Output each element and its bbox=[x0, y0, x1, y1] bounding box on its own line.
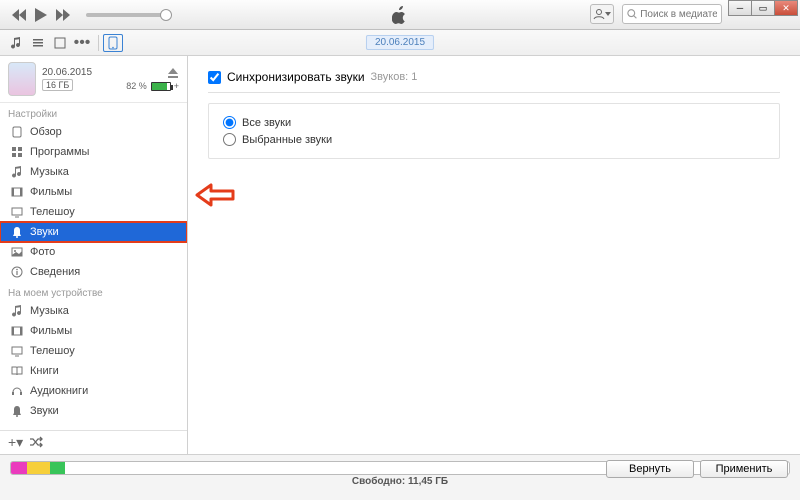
add-playlist-button[interactable]: +▾ bbox=[8, 434, 23, 451]
sidebar-item-label: Музыка bbox=[30, 166, 69, 178]
minimize-button[interactable]: ─ bbox=[728, 0, 752, 16]
sidebar-item-label: Телешоу bbox=[30, 345, 75, 357]
battery-charging: + bbox=[174, 81, 179, 91]
tv-icon bbox=[10, 205, 24, 219]
apps-icon bbox=[10, 145, 24, 159]
radio-all[interactable] bbox=[223, 116, 236, 129]
search-icon bbox=[627, 8, 637, 20]
sidebar-item-label: Фото bbox=[30, 246, 55, 258]
sidebar-item-tv[interactable]: Телешоу bbox=[0, 202, 187, 222]
sync-count: Звуков: 1 bbox=[371, 71, 418, 83]
media-grid-tab[interactable] bbox=[50, 33, 70, 53]
volume-slider[interactable] bbox=[86, 13, 166, 17]
search-input[interactable] bbox=[640, 9, 717, 20]
sidebar-item-label: Обзор bbox=[30, 126, 62, 138]
shuffle-button[interactable] bbox=[29, 435, 43, 451]
sidebar-item-photos[interactable]: Фото bbox=[0, 242, 187, 262]
play-button[interactable] bbox=[30, 4, 52, 26]
sidebar: 20.06.2015 16 ГБ 82 % + Настройки Обзор … bbox=[0, 56, 188, 454]
sidebar-item-label: Звуки bbox=[30, 405, 59, 417]
date-pill[interactable]: 20.06.2015 bbox=[366, 35, 434, 50]
sidebar-item-ondevice-music[interactable]: Музыка bbox=[0, 301, 187, 321]
maximize-button[interactable]: ▭ bbox=[751, 0, 775, 16]
apple-logo-icon bbox=[392, 6, 408, 29]
storage-seg-1 bbox=[11, 462, 27, 474]
sidebar-item-label: Программы bbox=[30, 146, 89, 158]
sidebar-item-ondevice-books[interactable]: Книги bbox=[0, 361, 187, 381]
audiobooks-icon bbox=[10, 384, 24, 398]
sidebar-item-label: Музыка bbox=[30, 305, 69, 317]
sidebar-group-settings: Настройки bbox=[0, 103, 187, 122]
sidebar-item-label: Аудиокниги bbox=[30, 385, 88, 397]
sidebar-item-label: Сведения bbox=[30, 266, 80, 278]
secondary-toolbar: ••• 20.06.2015 bbox=[0, 30, 800, 56]
sidebar-group-ondevice: На моем устройстве bbox=[0, 282, 187, 301]
tones-icon bbox=[10, 225, 24, 239]
media-more-tab[interactable]: ••• bbox=[72, 33, 92, 53]
sync-checkbox[interactable] bbox=[208, 71, 221, 84]
main-content: Синхронизировать звуки Звуков: 1 Все зву… bbox=[188, 56, 800, 454]
sidebar-item-label: Звуки bbox=[30, 226, 59, 238]
eject-icon[interactable] bbox=[167, 67, 179, 79]
sidebar-item-music[interactable]: Музыка bbox=[0, 162, 187, 182]
storage-seg-2 bbox=[27, 462, 50, 474]
next-button[interactable] bbox=[52, 4, 74, 26]
tv-icon bbox=[10, 344, 24, 358]
account-button[interactable] bbox=[590, 4, 614, 24]
battery-percent: 82 % bbox=[126, 81, 147, 91]
device-date: 20.06.2015 bbox=[42, 67, 120, 78]
search-field[interactable] bbox=[622, 4, 722, 24]
photos-icon bbox=[10, 245, 24, 259]
sidebar-item-tones[interactable]: Звуки bbox=[0, 222, 187, 242]
title-bar: ─ ▭ ✕ bbox=[0, 0, 800, 30]
sidebar-item-ondevice-tones[interactable]: Звуки bbox=[0, 401, 187, 421]
apply-button[interactable]: Применить bbox=[700, 460, 788, 478]
playback-controls bbox=[8, 4, 74, 26]
media-list-tab[interactable] bbox=[28, 33, 48, 53]
summary-icon bbox=[10, 125, 24, 139]
device-selector[interactable] bbox=[103, 34, 123, 52]
close-button[interactable]: ✕ bbox=[774, 0, 798, 16]
revert-button[interactable]: Вернуть bbox=[606, 460, 694, 478]
battery-icon bbox=[151, 82, 171, 91]
sidebar-item-label: Книги bbox=[30, 365, 59, 377]
sidebar-item-ondevice-tv[interactable]: Телешоу bbox=[0, 341, 187, 361]
option-selected-tones[interactable]: Выбранные звуки bbox=[223, 131, 765, 148]
sidebar-footer: +▾ bbox=[0, 430, 187, 454]
device-thumbnail bbox=[8, 62, 36, 96]
prev-button[interactable] bbox=[8, 4, 30, 26]
sync-label: Синхронизировать звуки bbox=[227, 70, 365, 84]
music-icon bbox=[10, 304, 24, 318]
sidebar-item-label: Фильмы bbox=[30, 325, 72, 337]
movies-icon bbox=[10, 324, 24, 338]
sidebar-item-info[interactable]: Сведения bbox=[0, 262, 187, 282]
sidebar-item-movies[interactable]: Фильмы bbox=[0, 182, 187, 202]
media-music-tab[interactable] bbox=[6, 33, 26, 53]
option-all-tones[interactable]: Все звуки bbox=[223, 114, 765, 131]
books-icon bbox=[10, 364, 24, 378]
window-controls: ─ ▭ ✕ bbox=[729, 0, 798, 16]
device-capacity: 16 ГБ bbox=[42, 79, 73, 91]
device-header: 20.06.2015 16 ГБ 82 % + bbox=[0, 56, 187, 103]
sidebar-item-label: Телешоу bbox=[30, 206, 75, 218]
sidebar-item-label: Фильмы bbox=[30, 186, 72, 198]
sidebar-item-ondevice-movies[interactable]: Фильмы bbox=[0, 321, 187, 341]
sidebar-item-ondevice-audiobooks[interactable]: Аудиокниги bbox=[0, 381, 187, 401]
music-icon bbox=[10, 165, 24, 179]
tones-icon bbox=[10, 404, 24, 418]
info-icon bbox=[10, 265, 24, 279]
sidebar-item-apps[interactable]: Программы bbox=[0, 142, 187, 162]
footer: Свободно: 11,45 ГБ Вернуть Применить bbox=[0, 454, 800, 500]
sidebar-item-summary[interactable]: Обзор bbox=[0, 122, 187, 142]
radio-selected[interactable] bbox=[223, 133, 236, 146]
movies-icon bbox=[10, 185, 24, 199]
storage-seg-3 bbox=[50, 462, 66, 474]
